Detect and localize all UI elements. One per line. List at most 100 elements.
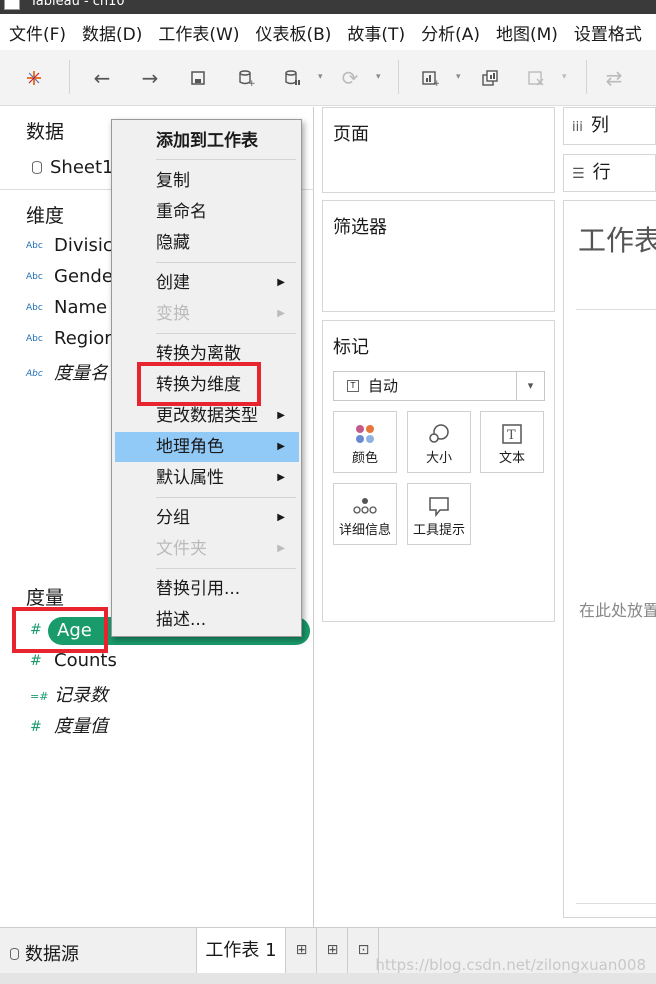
filters-shelf[interactable]: 筛选器: [322, 200, 555, 312]
columns-shelf[interactable]: iii 列: [563, 107, 656, 145]
text-mark-icon: T: [347, 380, 359, 392]
tableau-app-icon: [4, 0, 20, 10]
new-worksheet-icon[interactable]: +: [416, 64, 444, 92]
clear-sheet-icon[interactable]: [522, 64, 550, 92]
new-worksheet-tab-icon[interactable]: ⊞: [287, 928, 317, 974]
menu-item-geographic-role[interactable]: 地理角色 ▶: [115, 432, 299, 462]
new-datasource-icon[interactable]: +: [232, 64, 260, 92]
submenu-arrow-icon: ▶: [277, 277, 285, 288]
tooltip-button[interactable]: 工具提示: [407, 483, 471, 545]
redo-icon[interactable]: →: [136, 64, 164, 92]
measure-field[interactable]: # 度量值: [26, 712, 108, 738]
menu-item-copy[interactable]: 复制: [115, 166, 299, 196]
field-label: Regior: [54, 328, 112, 349]
text-icon: T: [481, 422, 543, 446]
menu-item-describe[interactable]: 描述...: [115, 605, 299, 635]
color-label: 颜色: [351, 451, 378, 466]
chevron-down-icon[interactable]: ▾: [318, 72, 323, 82]
submenu-arrow-icon: ▶: [277, 308, 285, 319]
datasource-tab-label: 数据源: [25, 944, 79, 965]
submenu-arrow-icon: ▶: [277, 512, 285, 523]
detail-button[interactable]: 详细信息: [333, 483, 397, 545]
menu-item-hide[interactable]: 隐藏: [115, 228, 299, 258]
pause-updates-icon[interactable]: [278, 64, 306, 92]
chevron-down-icon[interactable]: ▾: [562, 72, 567, 82]
dimension-field[interactable]: Abc Divisic: [26, 235, 113, 256]
pages-title: 页面: [333, 124, 369, 145]
submenu-arrow-icon: ▶: [277, 441, 285, 452]
menu-item-replace-references[interactable]: 替换引用...: [115, 574, 299, 604]
tooltip-label: 工具提示: [412, 523, 465, 538]
string-type-icon: Abc: [26, 303, 43, 313]
rows-shelf[interactable]: ☰ 行: [563, 154, 656, 192]
worksheet-canvas[interactable]: 工作表 在此处放置: [563, 200, 656, 918]
svg-text:T: T: [507, 428, 516, 443]
new-dashboard-tab-icon[interactable]: ⊞: [318, 928, 348, 974]
field-label: Gende: [54, 266, 113, 287]
window-title: Tableau - ch10: [30, 0, 125, 9]
tableau-logo-icon[interactable]: [20, 64, 48, 92]
menu-item-create[interactable]: 创建 ▶: [115, 268, 299, 298]
svg-text:+: +: [248, 79, 255, 87]
color-icon: [334, 422, 396, 446]
rows-icon: ☰: [572, 166, 585, 182]
text-label: 文本: [498, 451, 525, 466]
size-button[interactable]: 大小: [407, 411, 471, 473]
rows-label: 行: [592, 162, 611, 183]
pages-shelf[interactable]: 页面: [322, 107, 555, 193]
menu-item-default-properties[interactable]: 默认属性 ▶: [115, 463, 299, 493]
string-type-icon: Abc: [26, 334, 43, 344]
measure-field[interactable]: =# 记录数: [26, 681, 108, 707]
detail-icon: [334, 494, 396, 518]
chevron-down-icon[interactable]: ▾: [376, 72, 381, 82]
menu-map[interactable]: 地图(M): [488, 20, 566, 45]
text-button[interactable]: T 文本: [480, 411, 544, 473]
menu-item-group[interactable]: 分组 ▶: [115, 503, 299, 533]
field-label: Counts: [54, 650, 117, 671]
size-icon: [408, 422, 470, 446]
datasource-tab[interactable]: 数据源: [10, 940, 79, 966]
watermark: https://blog.csdn.net/zilongxuan008: [375, 956, 646, 974]
field-label: Divisic: [54, 235, 113, 256]
color-button[interactable]: 颜色: [333, 411, 397, 473]
menu-item-transform[interactable]: 变换 ▶: [115, 299, 299, 329]
filters-title: 筛选器: [333, 217, 387, 238]
menu-dashboard[interactable]: 仪表板(B): [247, 20, 339, 45]
menu-file[interactable]: 文件(F): [0, 20, 74, 45]
tooltip-icon: [408, 494, 470, 518]
dimension-field[interactable]: Abc Gende: [26, 266, 113, 287]
measures-title: 度量: [26, 587, 65, 609]
string-type-icon: Abc: [26, 241, 43, 251]
annotation-highlight-box: [137, 362, 261, 406]
number-type-icon: #: [30, 719, 42, 735]
tab-worksheet-1[interactable]: 工作表 1: [196, 928, 286, 974]
sheet-tabs-bar: 数据源 工作表 1 ⊞ ⊞ ⊡ https://blog.csdn.net/zi…: [0, 927, 656, 974]
menu-worksheet[interactable]: 工作表(W): [150, 20, 247, 45]
swap-icon[interactable]: ⇄: [600, 64, 628, 92]
menu-item-add-to-sheet[interactable]: 添加到工作表: [115, 126, 299, 156]
title-bar: Tableau - ch10: [0, 0, 656, 14]
dimension-field[interactable]: Abc Name: [26, 297, 107, 318]
refresh-icon[interactable]: ⟳: [336, 64, 364, 92]
columns-icon: iii: [572, 120, 583, 135]
datasource-item[interactable]: Sheet1: [32, 157, 114, 178]
save-icon[interactable]: [184, 64, 212, 92]
chevron-down-icon[interactable]: ▾: [516, 372, 544, 400]
duplicate-sheet-icon[interactable]: [476, 64, 504, 92]
dimension-field[interactable]: Abc Regior: [26, 328, 112, 349]
measure-field[interactable]: # Counts: [26, 650, 117, 671]
undo-icon[interactable]: ←: [88, 64, 116, 92]
menu-format[interactable]: 设置格式: [566, 20, 650, 45]
columns-label: 列: [590, 115, 609, 136]
menu-item-folder[interactable]: 文件夹 ▶: [115, 534, 299, 564]
mark-type-select[interactable]: T 自动 ▾: [333, 371, 545, 401]
submenu-arrow-icon: ▶: [277, 472, 285, 483]
dimension-field[interactable]: Abc 度量名: [26, 359, 108, 385]
dimensions-title: 维度: [26, 205, 65, 227]
chevron-down-icon[interactable]: ▾: [456, 72, 461, 82]
menu-item-rename[interactable]: 重命名: [115, 197, 299, 227]
field-label: 记录数: [54, 685, 108, 706]
menu-analysis[interactable]: 分析(A): [413, 20, 488, 45]
menu-story[interactable]: 故事(T): [339, 20, 413, 45]
menu-data[interactable]: 数据(D): [74, 20, 150, 45]
